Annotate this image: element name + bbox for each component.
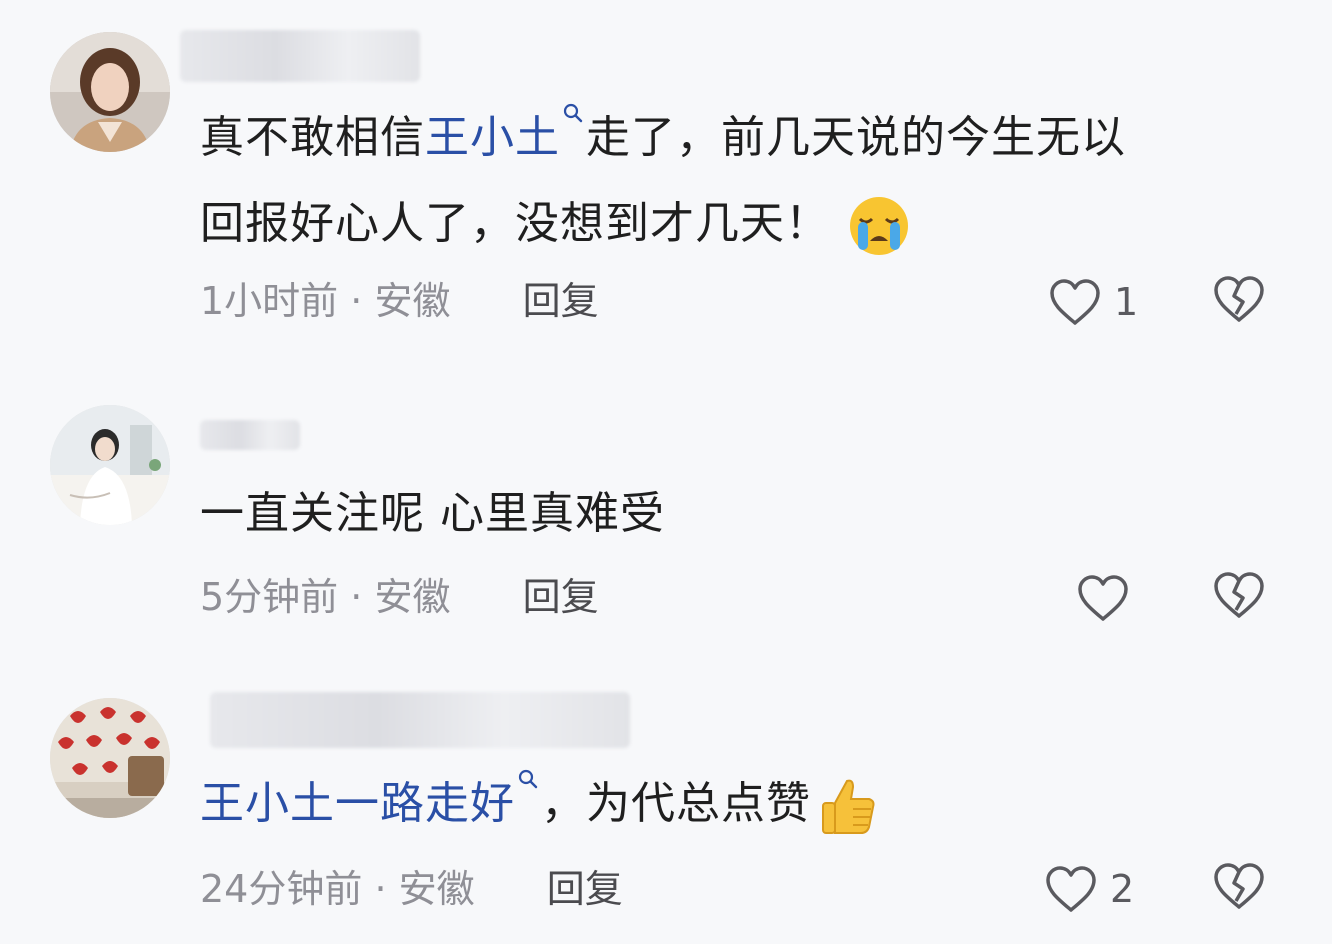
- search-icon[interactable]: [560, 96, 586, 136]
- topic-link[interactable]: 王小土一路走好: [200, 778, 515, 829]
- like-button[interactable]: 1: [1048, 274, 1138, 330]
- dislike-button[interactable]: [1212, 861, 1268, 917]
- username-redacted[interactable]: [180, 30, 420, 82]
- broken-heart-icon: [1214, 863, 1264, 909]
- comment-text: 真不敢相信王小土 走了，前几天说的今生无以: [200, 96, 1126, 180]
- reply-button[interactable]: 回复: [523, 279, 599, 323]
- heart-icon: [1050, 279, 1100, 325]
- location: 安徽: [374, 575, 451, 619]
- timestamp: 24分钟前: [200, 867, 363, 911]
- broken-heart-icon: [1214, 276, 1264, 322]
- timestamp: 5分钟前: [200, 575, 339, 619]
- separator: ·: [350, 279, 363, 323]
- location: 安徽: [398, 867, 475, 911]
- avatar[interactable]: [50, 32, 170, 152]
- separator: ·: [374, 867, 387, 911]
- dislike-button[interactable]: [1212, 274, 1268, 330]
- avatar[interactable]: [50, 698, 170, 818]
- like-button[interactable]: [1076, 570, 1142, 626]
- topic-link[interactable]: 王小土: [425, 112, 560, 163]
- reply-button[interactable]: 回复: [523, 575, 599, 619]
- timestamp: 1小时前: [200, 279, 339, 323]
- broken-heart-icon: [1214, 572, 1264, 618]
- username-redacted[interactable]: [200, 420, 300, 450]
- comment-meta: 1小时前 · 安徽 回复: [200, 276, 599, 326]
- location: 安徽: [374, 279, 451, 323]
- separator: ·: [350, 575, 363, 619]
- thumbs-up-icon: [817, 775, 879, 837]
- username-redacted[interactable]: [210, 692, 630, 748]
- search-icon[interactable]: [515, 762, 541, 802]
- heart-icon: [1046, 866, 1096, 912]
- dislike-button[interactable]: [1212, 570, 1268, 626]
- heart-icon: [1078, 575, 1128, 621]
- like-count: 1: [1114, 280, 1139, 324]
- like-count: 2: [1110, 867, 1135, 911]
- reply-button[interactable]: 回复: [547, 867, 623, 911]
- like-button[interactable]: 2: [1044, 861, 1134, 917]
- comment-text-line2: 回报好心人了，没想到才几天！: [200, 182, 910, 266]
- crying-face-icon: [848, 195, 910, 257]
- avatar[interactable]: [50, 405, 170, 525]
- comment-meta: 5分钟前 · 安徽 回复: [200, 572, 599, 622]
- comment-meta: 24分钟前 · 安徽 回复: [200, 864, 623, 914]
- comment-text: 王小土一路走好 ，为代总点赞: [200, 762, 879, 846]
- comment-text: 一直关注呢 心里真难受: [200, 488, 665, 539]
